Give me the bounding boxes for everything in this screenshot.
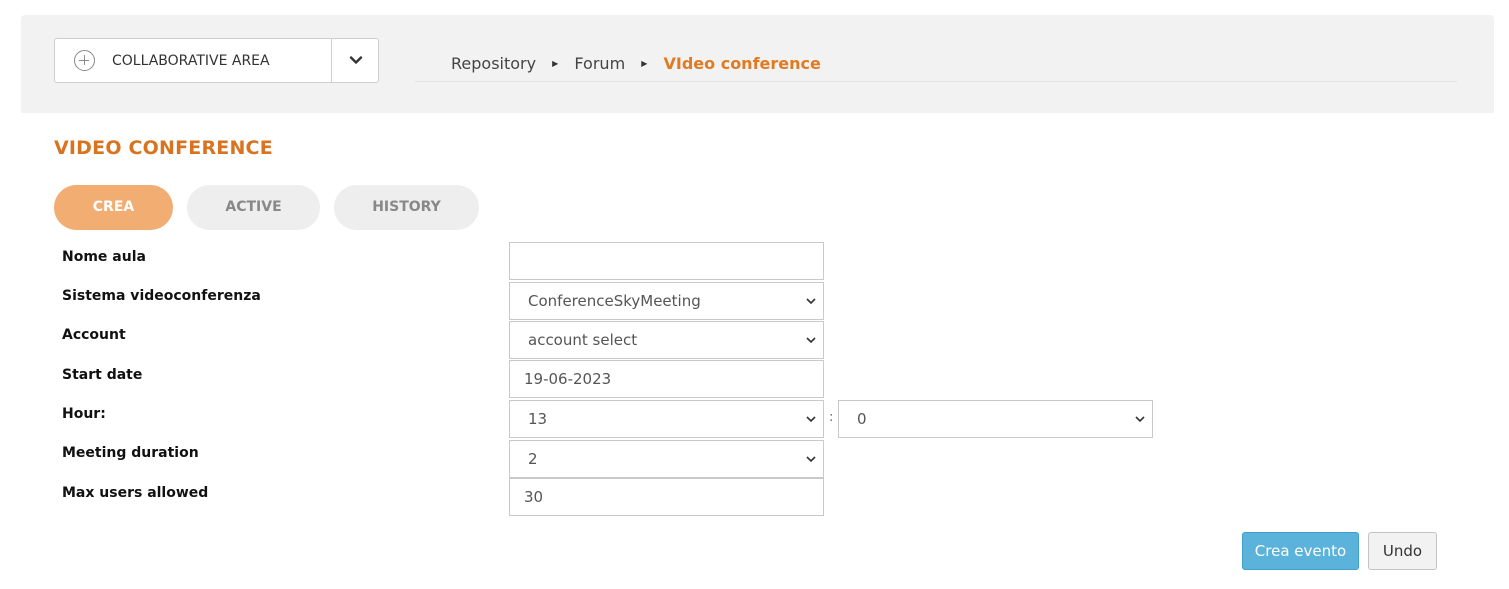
top-bar: COLLABORATIVE AREA Repository ▶ Forum ▶ … [21, 15, 1494, 113]
breadcrumb: Repository ▶ Forum ▶ VIdeo conference [451, 53, 821, 73]
meeting-duration-value: 2 [528, 450, 538, 468]
chevron-down-icon [806, 416, 816, 423]
caret-right-icon: ▶ [552, 59, 559, 68]
undo-button[interactable]: Undo [1368, 532, 1437, 570]
plus-circle-icon [74, 50, 95, 71]
sistema-videoconferenza-select[interactable]: ConferenceSkyMeeting [509, 282, 824, 320]
max-users-label: Max users allowed [62, 485, 209, 501]
nome-aula-input[interactable] [509, 242, 824, 280]
account-select[interactable]: account select [509, 321, 824, 359]
sistema-videoconferenza-label: Sistema videoconferenza [62, 288, 261, 304]
hour-minute-separator: : [829, 410, 834, 425]
chevron-down-icon [1135, 416, 1145, 423]
hour-label: Hour: [62, 406, 106, 422]
caret-right-icon: ▶ [641, 59, 648, 68]
area-selector-label: COLLABORATIVE AREA [112, 53, 270, 69]
meeting-duration-label: Meeting duration [62, 445, 199, 461]
minute-select[interactable]: 0 [838, 400, 1153, 438]
chevron-down-icon[interactable] [349, 53, 363, 67]
chevron-down-icon [806, 337, 816, 344]
meeting-duration-select[interactable]: 2 [509, 440, 824, 478]
chevron-down-icon [806, 298, 816, 305]
account-value: account select [528, 331, 638, 349]
tab-crea[interactable]: CREA [54, 185, 173, 230]
breadcrumb-item-forum[interactable]: Forum [574, 54, 625, 73]
collaborative-area-selector[interactable]: COLLABORATIVE AREA [54, 38, 379, 83]
hour-select[interactable]: 13 [509, 400, 824, 438]
page-title: VIDEO CONFERENCE [54, 137, 273, 159]
breadcrumb-divider [415, 81, 1457, 82]
max-users-input[interactable]: 30 [509, 478, 824, 516]
account-label: Account [62, 327, 126, 343]
crea-evento-button[interactable]: Crea evento [1242, 532, 1359, 570]
start-date-label: Start date [62, 367, 143, 383]
breadcrumb-current: VIdeo conference [663, 54, 821, 73]
tab-history[interactable]: HISTORY [334, 185, 479, 230]
hour-value: 13 [528, 410, 548, 428]
minute-value: 0 [857, 410, 867, 428]
tab-active[interactable]: ACTIVE [187, 185, 320, 230]
area-selector-divider [331, 39, 332, 82]
sistema-videoconferenza-value: ConferenceSkyMeeting [528, 292, 701, 310]
breadcrumb-item-repository[interactable]: Repository [451, 54, 536, 73]
chevron-down-icon [806, 456, 816, 463]
nome-aula-label: Nome aula [62, 249, 146, 265]
start-date-input[interactable]: 19-06-2023 [509, 360, 824, 398]
